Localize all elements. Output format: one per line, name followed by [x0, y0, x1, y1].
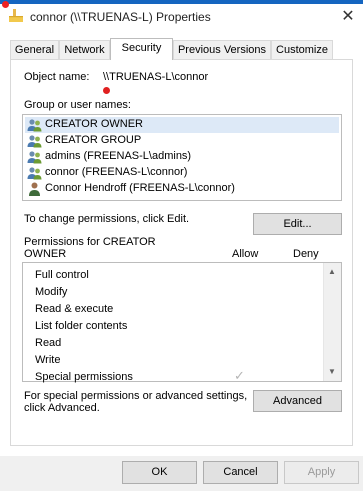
- group-icon: [27, 119, 42, 132]
- tab-customize[interactable]: Customize: [271, 40, 333, 59]
- change-permissions-text: To change permissions, click Edit.: [24, 213, 190, 225]
- folder-icon: [9, 9, 23, 22]
- principals-list[interactable]: CREATOR OWNER CREATOR GROUP admins (FREE…: [22, 114, 342, 201]
- permissions-list[interactable]: Full control Modify Read & execute List …: [22, 262, 342, 383]
- permissions-for-label: Permissions for CREATOR: [24, 236, 156, 248]
- permission-read: Read: [35, 337, 62, 349]
- object-name-label: Object name:: [24, 71, 90, 83]
- tab-general[interactable]: General: [10, 40, 59, 59]
- advanced-text-line1: For special permissions or advanced sett…: [24, 390, 248, 402]
- window-status-dot: [2, 1, 9, 8]
- object-name-value: \\TRUENAS-L\connor: [103, 71, 209, 83]
- group-icon: [27, 135, 42, 148]
- permission-special: Special permissions: [35, 371, 133, 383]
- list-item[interactable]: CREATOR GROUP: [25, 133, 339, 149]
- user-icon: [29, 182, 40, 196]
- group-icon: [27, 151, 42, 164]
- group-icon: [27, 167, 42, 180]
- close-icon[interactable]: ✕: [338, 7, 358, 27]
- list-item[interactable]: CREATOR OWNER: [25, 117, 339, 133]
- permission-full-control: Full control: [35, 269, 89, 281]
- permission-modify: Modify: [35, 286, 68, 298]
- tab-previous-versions[interactable]: Previous Versions: [173, 40, 271, 59]
- ok-button[interactable]: OK: [122, 461, 197, 484]
- window-title: connor (\\TRUENAS-L) Properties: [30, 10, 211, 24]
- list-item[interactable]: Connor Hendroff (FREENAS-L\connor): [25, 181, 339, 197]
- check-icon: ✓: [234, 368, 245, 383]
- deny-column-header: Deny: [293, 248, 319, 260]
- allow-column-header: Allow: [232, 248, 259, 260]
- tab-security[interactable]: Security: [110, 38, 173, 60]
- tab-strip: General Network Previous Versions Custom…: [10, 38, 353, 60]
- tab-network[interactable]: Network: [59, 40, 110, 59]
- permission-list-folder-contents: List folder contents: [35, 320, 128, 332]
- advanced-button[interactable]: Advanced: [253, 390, 342, 412]
- permission-write: Write: [35, 354, 61, 366]
- apply-button[interactable]: Apply: [284, 461, 359, 484]
- principal-name: CREATOR OWNER: [45, 118, 143, 130]
- principal-name: connor (FREENAS-L\connor): [45, 166, 188, 178]
- cancel-button[interactable]: Cancel: [203, 461, 278, 484]
- list-item[interactable]: connor (FREENAS-L\connor): [25, 165, 339, 181]
- cursor-marker: [103, 87, 110, 94]
- principal-name: admins (FREENAS-L\admins): [45, 150, 192, 162]
- principal-name: CREATOR GROUP: [45, 134, 142, 146]
- permissions-for-principal: OWNER: [24, 248, 67, 260]
- scroll-down-icon[interactable]: ▼: [327, 367, 337, 376]
- permissions-scrollbar[interactable]: ▲ ▼: [323, 263, 341, 381]
- permission-read-execute: Read & execute: [35, 303, 114, 315]
- principal-name: Connor Hendroff (FREENAS-L\connor): [45, 182, 235, 194]
- list-item[interactable]: admins (FREENAS-L\admins): [25, 149, 339, 165]
- advanced-text-line2: click Advanced.: [24, 402, 100, 414]
- edit-button[interactable]: Edit...: [253, 213, 342, 235]
- scroll-up-icon[interactable]: ▲: [327, 267, 337, 276]
- group-names-label: Group or user names:: [24, 99, 131, 111]
